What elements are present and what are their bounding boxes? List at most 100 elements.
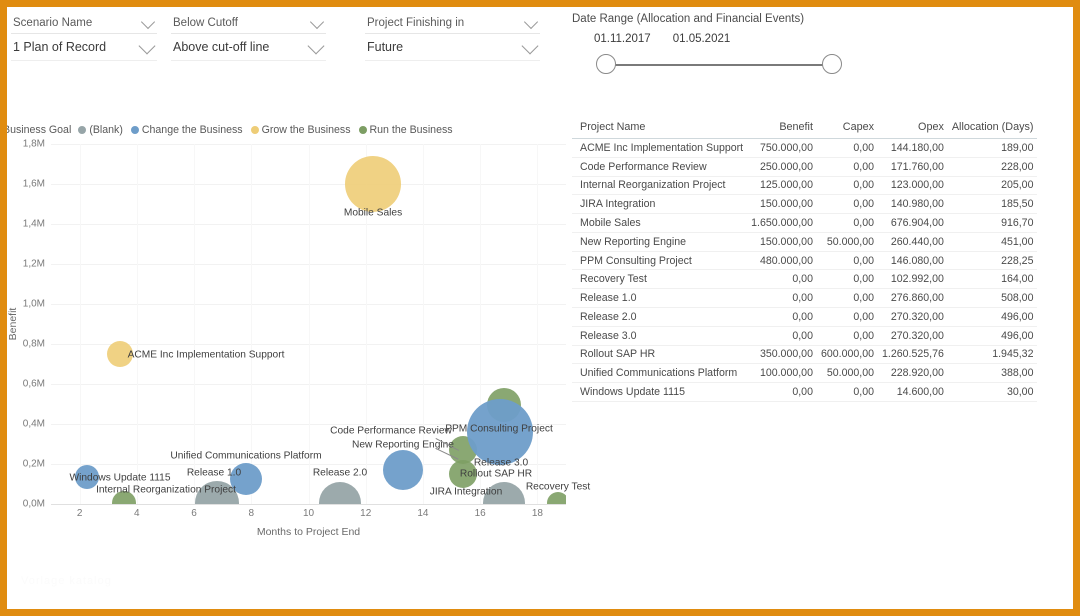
table-column-header[interactable]: Capex	[816, 119, 878, 139]
table-row[interactable]: Windows Update 1115 0,00 0,00 14.600,00 30,0…	[572, 382, 1038, 402]
plot-area: 0,0M 0,2M 0,4M 0,6M 0,8M 1,0M 1,2M 1,4M 1,6M 1,8M…	[7, 139, 590, 539]
table-row[interactable]: Rollout SAP HR 350.000,00 600.000,00 1.260.…	[572, 345, 1038, 365]
table-cell-value: 0,00	[816, 213, 878, 233]
x-axis-tick-label: 10	[302, 508, 315, 519]
bubble-data-label: Release 1.0	[186, 467, 242, 479]
slicer-value: Future	[367, 40, 404, 54]
slider-handle-end[interactable]	[822, 54, 842, 74]
table-row[interactable]: Recovery Test 0,00 0,00 102.992,00 164,00	[572, 269, 1038, 290]
legend-item[interactable]: Run the Business	[358, 124, 453, 136]
table-row[interactable]: JIRA Integration 150.000,00 0,00 140.980,00…	[572, 194, 1038, 215]
table-cell-value: 388,00	[947, 363, 1038, 384]
table-cell-project-name: Internal Reorganization Project	[572, 176, 748, 196]
date-range-start-value[interactable]: 01.11.2017	[594, 33, 651, 45]
table-row[interactable]: PPM Consulting Project 480.000,00 0,00 146.…	[572, 251, 1038, 271]
legend-title: Business Goal	[7, 124, 72, 136]
slicer-below-cutoff[interactable]: Below Cutoff Above cut-off line	[171, 13, 326, 61]
table-cell-value: 164,00	[947, 269, 1038, 290]
table-cell-value: 750.000,00	[747, 138, 817, 158]
slicer-title: Scenario Name	[13, 17, 93, 29]
slicer-value-row[interactable]: 1 Plan of Record	[11, 34, 157, 61]
slider-track[interactable]	[606, 64, 830, 66]
table-cell-project-name: Recovery Test	[572, 269, 748, 290]
bubble-data-label: Windows Update 1115	[69, 472, 171, 484]
legend-label: Change the Business	[141, 124, 243, 136]
slicer-header[interactable]: Project Finishing in	[365, 13, 540, 34]
report-canvas: Scenario Name 1 Plan of Record Below Cut…	[7, 7, 1073, 609]
table-cell-value: 0,00	[816, 307, 878, 327]
chart-bubble[interactable]	[547, 492, 566, 504]
chevron-down-icon[interactable]	[307, 37, 325, 55]
bubble-data-label: ACME Inc Implementation Support	[127, 349, 285, 361]
table-cell-value: 189,00	[947, 138, 1038, 158]
bubble-data-label: Code Performance Review	[330, 425, 452, 437]
date-range-values: 01.11.2017 01.05.2021	[572, 33, 932, 45]
table-cell-value: 0,00	[747, 269, 817, 290]
table-cell-value: 1.650.000,00	[747, 213, 817, 233]
slicer-scenario-name[interactable]: Scenario Name 1 Plan of Record	[11, 13, 157, 61]
table-cell-value: 276.860,00	[878, 288, 948, 309]
table-cell-value: 0,00	[747, 307, 817, 327]
table-column-header[interactable]: Allocation (Days)	[947, 119, 1038, 139]
table-row[interactable]: New Reporting Engine 150.000,00 50.000,00 2…	[572, 232, 1038, 252]
table-column-header[interactable]: Project Name	[572, 119, 748, 139]
table-cell-value: 228,25	[947, 251, 1038, 271]
table-row[interactable]: Internal Reorganization Project 125.000,0…	[572, 176, 1038, 196]
table-row[interactable]: Release 2.0 0,00 0,00 270.320,00 496,00	[572, 307, 1038, 327]
y-axis-title: Benefit	[7, 307, 19, 341]
table-cell-project-name: Release 2.0	[572, 307, 748, 327]
chevron-down-icon[interactable]	[523, 14, 539, 30]
table-row[interactable]: Unified Communications Platform 100.000,0…	[572, 363, 1038, 384]
table-row[interactable]: ACME Inc Implementation Support 750.000,0…	[572, 138, 1038, 158]
table-cell-value: 228,00	[947, 157, 1038, 177]
chevron-down-icon[interactable]	[138, 37, 156, 55]
table-cell-value: 185,50	[947, 194, 1038, 215]
table-cell-value: 123.000,00	[878, 176, 948, 196]
y-axis-tick-label: 1,2M	[22, 258, 45, 270]
slicer-value-row[interactable]: Above cut-off line	[171, 34, 326, 61]
legend-label: Run the Business	[369, 124, 453, 136]
chevron-down-icon[interactable]	[521, 37, 539, 55]
table-column-header[interactable]: Benefit	[747, 119, 817, 139]
y-axis-tick-label: 0,6M	[22, 378, 45, 390]
bubble-data-label: JIRA Integration	[429, 486, 503, 498]
x-axis-tick-label: 14	[417, 508, 429, 519]
bubble-data-label: Release 2.0	[312, 467, 368, 479]
table-cell-value: 508,00	[947, 288, 1038, 309]
legend-item[interactable]: Grow the Business	[250, 124, 351, 136]
chevron-down-icon[interactable]	[309, 14, 325, 30]
x-axis-tick-label: 18	[531, 508, 543, 519]
table-cell-value: 0,00	[816, 194, 878, 215]
slider-handle-start[interactable]	[596, 54, 616, 74]
table-cell-value: 496,00	[947, 307, 1038, 327]
chart-bubble[interactable]	[319, 482, 361, 504]
date-range-slicer[interactable]: Date Range (Allocation and Financial Eve…	[572, 13, 932, 93]
table-row[interactable]: Mobile Sales 1.650.000,00 0,00 676.904,00 91…	[572, 213, 1038, 233]
slicer-header[interactable]: Scenario Name	[11, 13, 157, 34]
table-cell-project-name: Release 3.0	[572, 326, 748, 346]
y-axis-tick-label: 0,2M	[22, 458, 45, 470]
table-row[interactable]: Release 3.0 0,00 0,00 270.320,00 496,00	[572, 326, 1038, 346]
bubble-data-label: Internal Reorganization Project	[96, 484, 236, 496]
legend-item[interactable]: (Blank)	[78, 124, 123, 136]
slicer-value-row[interactable]: Future	[365, 34, 540, 61]
table-row[interactable]: Code Performance Review 250.000,00 0,00 171…	[572, 157, 1038, 177]
chart-bubble[interactable]	[345, 156, 401, 212]
chart-bubble[interactable]	[383, 450, 423, 490]
table-column-header[interactable]: Opex	[878, 119, 948, 139]
x-axis-line	[51, 504, 566, 505]
table-cell-value: 676.904,00	[878, 213, 948, 233]
table-row[interactable]: Release 1.0 0,00 0,00 276.860,00 508,00	[572, 288, 1038, 309]
table-cell-value: 0,00	[747, 288, 817, 309]
date-range-slider[interactable]	[594, 54, 842, 76]
bubble-chart-visual[interactable]: Business Goal (Blank) Change the Business…	[7, 119, 590, 539]
slicer-project-finishing-in[interactable]: Project Finishing in Future	[365, 13, 540, 61]
legend-color-dot	[358, 126, 367, 134]
legend-item[interactable]: Change the Business	[130, 124, 243, 136]
date-range-end-value[interactable]: 01.05.2021	[673, 33, 731, 45]
chevron-down-icon[interactable]	[140, 14, 156, 30]
slicer-header[interactable]: Below Cutoff	[171, 13, 326, 34]
table: Project Name Benefit Capex Opex Allocation (…	[572, 119, 1038, 402]
table-cell-project-name: Rollout SAP HR	[572, 345, 748, 365]
project-table[interactable]: Project Name Benefit Capex Opex Allocation (…	[572, 119, 1038, 402]
